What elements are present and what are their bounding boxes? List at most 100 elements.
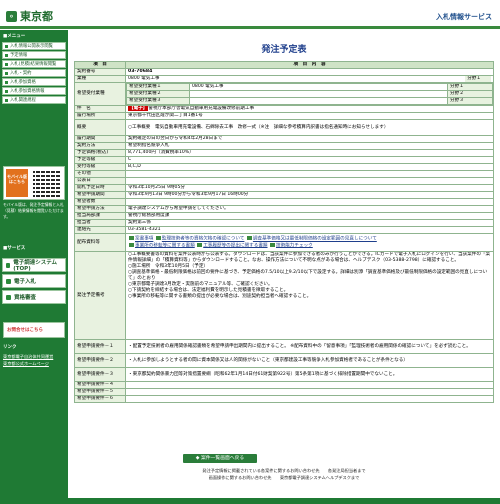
pdf-icon [155,236,161,240]
category-text: 0800 電気工事 [128,76,160,82]
label-cond-2: 希望申請要件－２ [74,353,126,368]
label-cond-1: 希望申請要件－１ [74,339,126,354]
sidebar-item-1[interactable]: 予定情報 [2,51,66,59]
label-method: 契約方法 [74,142,126,150]
value-person: 契約第三係 [125,219,494,227]
sidebar-service-heading: ■サービス [3,246,26,251]
back-to-list-button[interactable]: ◆ 案件一覧画面へ戻る [183,454,257,463]
value-cond-2: ・入札に参加しようとする者の間に資本関係又は人的関係がないこと（東京都建設工事等… [125,353,494,368]
sidebar-item-label: 入札参加資格 [10,80,36,85]
arrow-icon [5,62,8,66]
mobile-badge: モバイル版はこちら [6,169,28,197]
contact-label: お問合せはこちら [7,328,43,333]
bullet-icon [6,278,11,284]
service-item-0[interactable]: 電子調達システム(TOP) [2,258,66,272]
desired-name: 希望受付業種１ [126,83,190,91]
value-cond-6 [125,395,494,403]
file-link[interactable]: 案書事項 [135,237,153,242]
label-rank: 予定等級 [74,156,126,164]
desired-name: 希望受付業種３ [126,97,190,105]
sidebar-item-0[interactable]: 入札情報公開表示閲覧 [2,42,66,50]
sidebar-item-label: 入札・契約 [10,71,32,76]
main-content: 発注予定表 項 目 項 目 内 容 契約番号 03-70684 業種 0800 … [72,30,496,403]
label-files: 配布資料等 [74,233,126,252]
label-tel: 連絡先 [74,226,126,234]
logo[interactable]: ⚬ 東京都 [6,8,53,24]
footer-line-2: 画面操作に関するお問い合わせ先 東京都電子調達システムヘルプデスクまで [208,475,360,480]
pdf-icon [129,242,134,247]
subject-text: 警視庁本部庁舎電気自動車用充電設備改修前期工事 [148,106,255,112]
arrow-icon [5,89,8,93]
value-cond-3: ・東京都契約関係暴力団等対策措置要綱（昭和62年1月14日付61財契第922号）… [125,367,494,382]
value-notes: ○工事概要書等の資料を案件公表時から公表する。ダウンロードは、当該案件に参加でき… [125,251,494,340]
arrow-icon [5,98,8,102]
link-tokyo-official[interactable]: 東京都公式ホームページ [3,361,49,367]
label-desired: 希望受付業種 [74,82,126,106]
value-price: 8,771,400円（消費税率10%） [125,149,494,157]
label-period: 履行期間 [74,135,126,143]
sidebar-item-3[interactable]: 入札・契約 [2,69,66,77]
sidebar: ■メニュー 入札情報公開表示閲覧 予定情報入札(見積)結果情報閲覧 入札・契約入札参… [0,30,68,504]
file-link[interactable]: 監理技術者等の資格欠格の確認について [162,237,245,242]
contact-button[interactable]: お問合せはこちら [3,322,65,338]
file-link[interactable]: 調査基準価格又は最低制限価格の設定範囲の見直しについて [253,237,377,242]
label-location: 履行場所 [74,112,126,120]
value-dept: 警視庁総務部用度課 [125,212,494,220]
value-rank: C [125,156,494,164]
label-cond-3: 希望申請要件－３ [74,367,126,382]
file-link[interactable]: 工事履歴等の提出に関する書類 [203,243,267,248]
order-schedule-table: 項 目 項 目 内 容 契約番号 03-70684 業種 0800 電気工事 分… [74,61,494,403]
label-accept-how: 希望申請方法 [74,205,126,213]
note-line: ○調査基準価格・最低制限価格は前回の要件に基づき、予定価格の7.5/10以上9.… [128,270,488,281]
category-sub: 分野１ [465,76,491,82]
mobile-note: モバイル版は、発注予定情報と入札（見積）結果情報を閲覧いただけます。 [3,202,64,219]
sidebar-item-label: 入札参加資格情報 [10,89,45,94]
logo-text: 東京都 [20,10,53,23]
label-cond-6: 希望申請要件－６ [74,395,126,403]
electronic-tag: 【電子】 [128,106,149,111]
footer: 発注予定情報に掲載されている各案件に関するお問い合わせ先 各発注局担当者まで 画… [72,467,496,497]
label-cond-5: 希望申請要件－５ [74,388,126,396]
header: ⚬ 東京都 入札情報サービス [0,0,500,30]
label-cond-4: 希望申請要件－４ [74,381,126,389]
arrow-icon [5,80,8,84]
service-item-label: 資格審査 [14,295,37,301]
desired-value [189,97,448,105]
service-item-2[interactable]: 資格審査 [2,290,66,304]
value-rank-accept: B,C,D [125,163,494,171]
value-other [125,170,494,178]
sidebar-item-2[interactable]: 入札(見積)結果情報閲覧 [2,60,66,68]
service-item-1[interactable]: 電子入札 [2,274,66,288]
sidebar-item-6[interactable]: 入札関連規程 [2,96,66,104]
col-content-header: 項 目 内 容 [125,61,494,69]
label-subject: 件 名 [74,105,126,113]
mobile-banner[interactable]: モバイル版はこちら [3,166,65,200]
sidebar-item-5[interactable]: 入札参加資格情報 [2,87,66,95]
note-line: ○事業所の移転等に関する書類の提出が必要な場合は、別途契約担当者へ確認すること。 [128,294,312,299]
value-accept-how: 電子調達システムから希望申請をしてください。 [125,205,494,213]
value-accept-count [125,198,494,206]
value-subject: 【電子】警視庁本部庁舎電気自動車用充電設備改修前期工事 [125,105,494,113]
service-title: 入札情報サービス [436,13,492,21]
label-notes: 発注予定備考 [74,251,126,340]
tokyo-emblem-icon: ⚬ [6,10,17,22]
service-item-label: 電子調達システム(TOP) [13,260,58,272]
arrow-icon [5,71,8,75]
sidebar-item-4[interactable]: 入札参加資格 [2,78,66,86]
label-contract-no: 契約番号 [74,68,126,76]
desired-sub: 分野１ [447,83,493,91]
value-files: 案書事項 監理技術者等の資格欠格の確認について 調査基準価格又は最低制限価格の設… [125,233,494,252]
sidebar-item-label: 入札(見積)結果情報閲覧 [10,62,57,67]
file-link[interactable]: 事業所の移転等に関する書類 [135,243,195,248]
label-category: 業種 [74,75,126,83]
link-kyodo[interactable]: 東京都電子自治体共同運営 [3,354,53,360]
value-cond-4 [125,381,494,389]
pdf-icon [246,236,252,240]
desired-sub: 分野３ [447,97,493,105]
value-desired: 希望受付業種１ 0800 電気工事 分野１ 希望受付業種２ 分野２ 希望受付業種… [125,82,494,106]
links-heading: リンク [3,345,17,350]
sidebar-menu-heading: ■メニュー [3,34,26,39]
file-link[interactable]: 技術能力チェック [276,243,313,248]
value-summary: ○工事概要 電気自動車用充電設備、石綿除去工事 改修一式（※注 詳細な参考積算内… [125,119,494,136]
label-other: その他 [74,170,126,178]
